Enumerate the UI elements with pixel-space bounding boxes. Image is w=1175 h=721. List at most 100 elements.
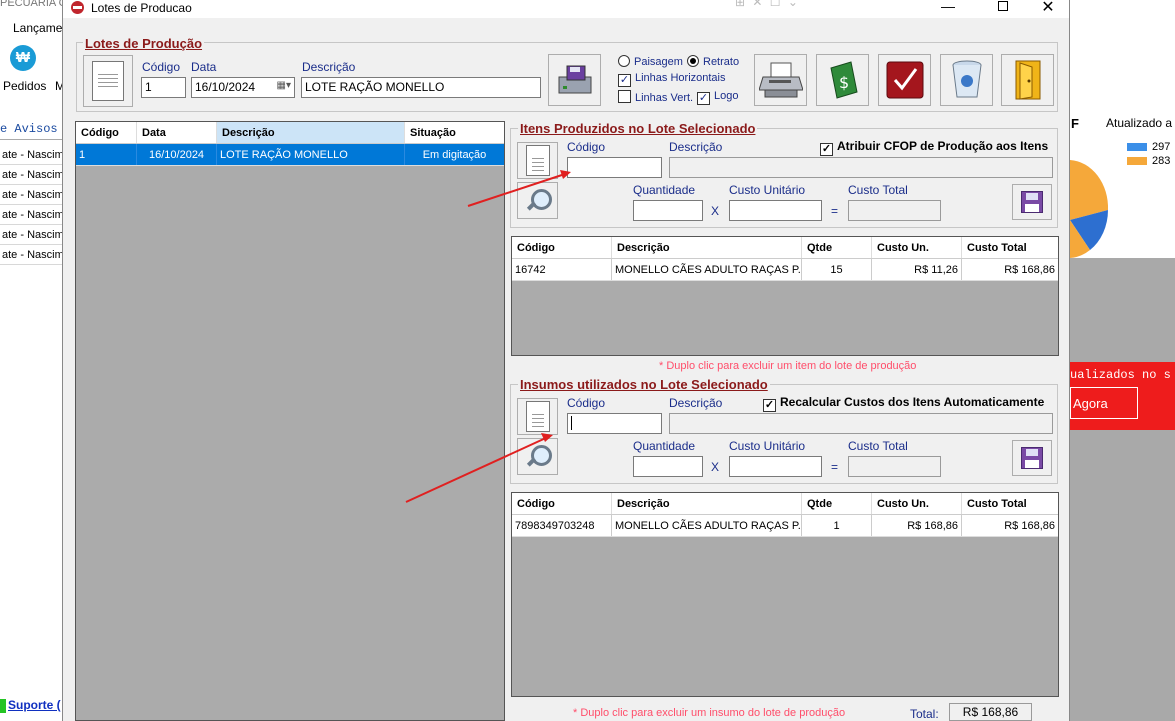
save-insumo-button[interactable] xyxy=(1012,440,1052,476)
linhas-vert-label: Linhas Vert. xyxy=(635,92,694,104)
search-item-button[interactable] xyxy=(517,182,558,219)
faded-toolbar-icons: ⊞ ✕ ☐ ⌄ xyxy=(735,0,800,9)
insumo-quantidade-field[interactable] xyxy=(633,456,703,477)
pedidos-icon[interactable]: ₩ xyxy=(10,45,36,71)
atribuir-cfop-checkbox[interactable]: ✓ xyxy=(820,143,833,156)
print-button[interactable] xyxy=(754,54,807,106)
insumos-grid: Código Descrição Qtde Custo Un. Custo To… xyxy=(511,492,1059,697)
item-codigo-label: Código xyxy=(567,140,606,154)
itens-hint: * Duplo clic para excluir um item do lot… xyxy=(659,360,917,372)
item-custo-unitario-field[interactable] xyxy=(729,200,822,221)
bg-suporte-link[interactable]: Suporte ( xyxy=(0,698,61,713)
bg-legend-item: 283 xyxy=(1127,155,1170,167)
bg-gray-area xyxy=(1070,430,1175,721)
new-document-icon xyxy=(525,401,550,432)
insumo-codigo-label: Código xyxy=(567,396,606,410)
item-quantidade-field[interactable] xyxy=(633,200,703,221)
column-header[interactable]: Descrição xyxy=(217,122,405,143)
column-header[interactable]: Código xyxy=(512,493,612,514)
codigo-label: Código xyxy=(142,60,181,74)
recalcular-checkbox[interactable]: ✓ xyxy=(763,399,776,412)
bg-pie-chart xyxy=(1070,160,1109,258)
itens-grid: Código Descrição Qtde Custo Un. Custo To… xyxy=(511,236,1059,356)
item-codigo-field[interactable] xyxy=(567,157,662,178)
save-icon xyxy=(1021,447,1043,469)
lotes-grid-header: Código Data Descrição Situação xyxy=(76,122,504,144)
lote-data-field[interactable]: 16/10/2024 ▦▾ xyxy=(191,77,295,98)
lote-codigo-field[interactable]: 1 xyxy=(141,77,186,98)
logo-option[interactable]: ✓ Logo xyxy=(697,90,738,105)
insumo-codigo-field[interactable] xyxy=(567,413,662,434)
insumos-hint: * Duplo clic para excluir um insumo do l… xyxy=(573,707,846,719)
bg-menu-lancamentos[interactable]: Lançame xyxy=(13,21,62,35)
maximize-icon xyxy=(998,1,1008,11)
legend-swatch xyxy=(1127,143,1147,152)
maximize-button[interactable] xyxy=(993,0,1013,17)
delete-button[interactable] xyxy=(940,54,993,106)
column-header[interactable]: Descrição xyxy=(612,237,802,258)
title-bar[interactable] xyxy=(63,0,1069,18)
atribuir-cfop-option[interactable]: ✓ Atribuir CFOP de Produção aos Itens xyxy=(820,139,1048,156)
confirm-button[interactable] xyxy=(878,54,931,106)
column-header[interactable]: Situação xyxy=(405,122,504,143)
custo-total-label: Custo Total xyxy=(848,183,908,197)
linhas-horizontais-checkbox[interactable]: ✓ xyxy=(618,74,631,87)
column-header[interactable]: Data xyxy=(137,122,217,143)
bg-notice-item[interactable]: ate - Nascime xyxy=(0,145,62,165)
column-header[interactable]: Custo Un. xyxy=(872,237,962,258)
lote-descricao-field[interactable]: LOTE RAÇÃO MONELLO xyxy=(301,77,541,98)
retrato-option[interactable]: Retrato xyxy=(687,55,739,68)
cost-button[interactable]: $ xyxy=(816,54,869,106)
linhas-vert-checkbox[interactable] xyxy=(618,90,631,103)
bg-pedidos-button[interactable]: Pedidos xyxy=(3,79,46,93)
paisagem-label: Paisagem xyxy=(634,56,683,68)
bg-notice-item[interactable]: ate - Nascime xyxy=(0,185,62,205)
paisagem-option[interactable]: Paisagem xyxy=(618,55,683,68)
column-header[interactable]: Custo Total xyxy=(962,493,1058,514)
cell-custo-un: R$ 11,26 xyxy=(872,259,962,280)
custo-total-label: Custo Total xyxy=(848,439,908,453)
bg-agora-button[interactable]: Agora xyxy=(1070,387,1138,419)
equals-sign: = xyxy=(831,460,839,474)
paisagem-radio[interactable] xyxy=(618,55,630,67)
calendar-dropdown-icon[interactable]: ▦▾ xyxy=(277,80,291,91)
linhas-vert-option[interactable]: Linhas Vert. xyxy=(618,90,693,104)
new-insumo-button[interactable] xyxy=(517,398,558,435)
save-item-button[interactable] xyxy=(1012,184,1052,220)
minimize-button[interactable]: — xyxy=(938,0,958,16)
recycle-bin-icon xyxy=(952,60,981,98)
column-header[interactable]: Descrição xyxy=(612,493,802,514)
whatsapp-icon xyxy=(0,698,6,713)
column-header[interactable]: Custo Total xyxy=(962,237,1058,258)
lote-row[interactable]: 1 16/10/2024 LOTE RAÇÃO MONELLO Em digit… xyxy=(76,144,504,166)
exit-button[interactable] xyxy=(1001,54,1054,106)
cell-custo-total: R$ 168,86 xyxy=(1004,264,1055,276)
bg-notice-item[interactable]: ate - Nascime xyxy=(0,205,62,225)
bg-notice-item[interactable]: ate - Nascime xyxy=(0,225,62,245)
new-lote-button[interactable] xyxy=(83,55,133,107)
column-header[interactable]: Custo Un. xyxy=(872,493,962,514)
column-header[interactable]: Código xyxy=(512,237,612,258)
column-header[interactable]: Qtde xyxy=(802,237,872,258)
logo-checkbox[interactable]: ✓ xyxy=(697,92,710,105)
column-header[interactable]: Qtde xyxy=(802,493,872,514)
bg-notice-item[interactable]: ate - Nascime xyxy=(0,165,62,185)
insumo-row[interactable]: 7898349703248 MONELLO CÃES ADULTO RAÇAS … xyxy=(512,515,1058,537)
bg-updated-label: Atualizado a xyxy=(1106,116,1173,130)
insumo-descricao-field xyxy=(669,413,1053,434)
search-insumo-button[interactable] xyxy=(517,438,558,475)
insumo-custo-unitario-field[interactable] xyxy=(729,456,822,477)
recalcular-option[interactable]: ✓ Recalcular Custos dos Itens Automaticam… xyxy=(763,395,1044,412)
retrato-radio[interactable] xyxy=(687,55,699,67)
cell-data: 16/10/2024 xyxy=(137,144,217,165)
bg-gray-area xyxy=(1070,258,1175,362)
cell-codigo: 7898349703248 xyxy=(512,515,612,536)
linhas-horizontais-option[interactable]: ✓ Linhas Horizontais xyxy=(618,72,726,87)
close-button[interactable]: ✕ xyxy=(1038,0,1058,16)
new-item-button[interactable] xyxy=(517,142,558,179)
bg-notice-item[interactable]: ate - Nascime xyxy=(0,245,62,265)
item-row[interactable]: 16742 MONELLO CÃES ADULTO RAÇAS P... 15 … xyxy=(512,259,1058,281)
column-header[interactable]: Código xyxy=(76,122,137,143)
item-descricao-label: Descrição xyxy=(669,140,723,154)
save-lote-button[interactable] xyxy=(548,54,601,106)
